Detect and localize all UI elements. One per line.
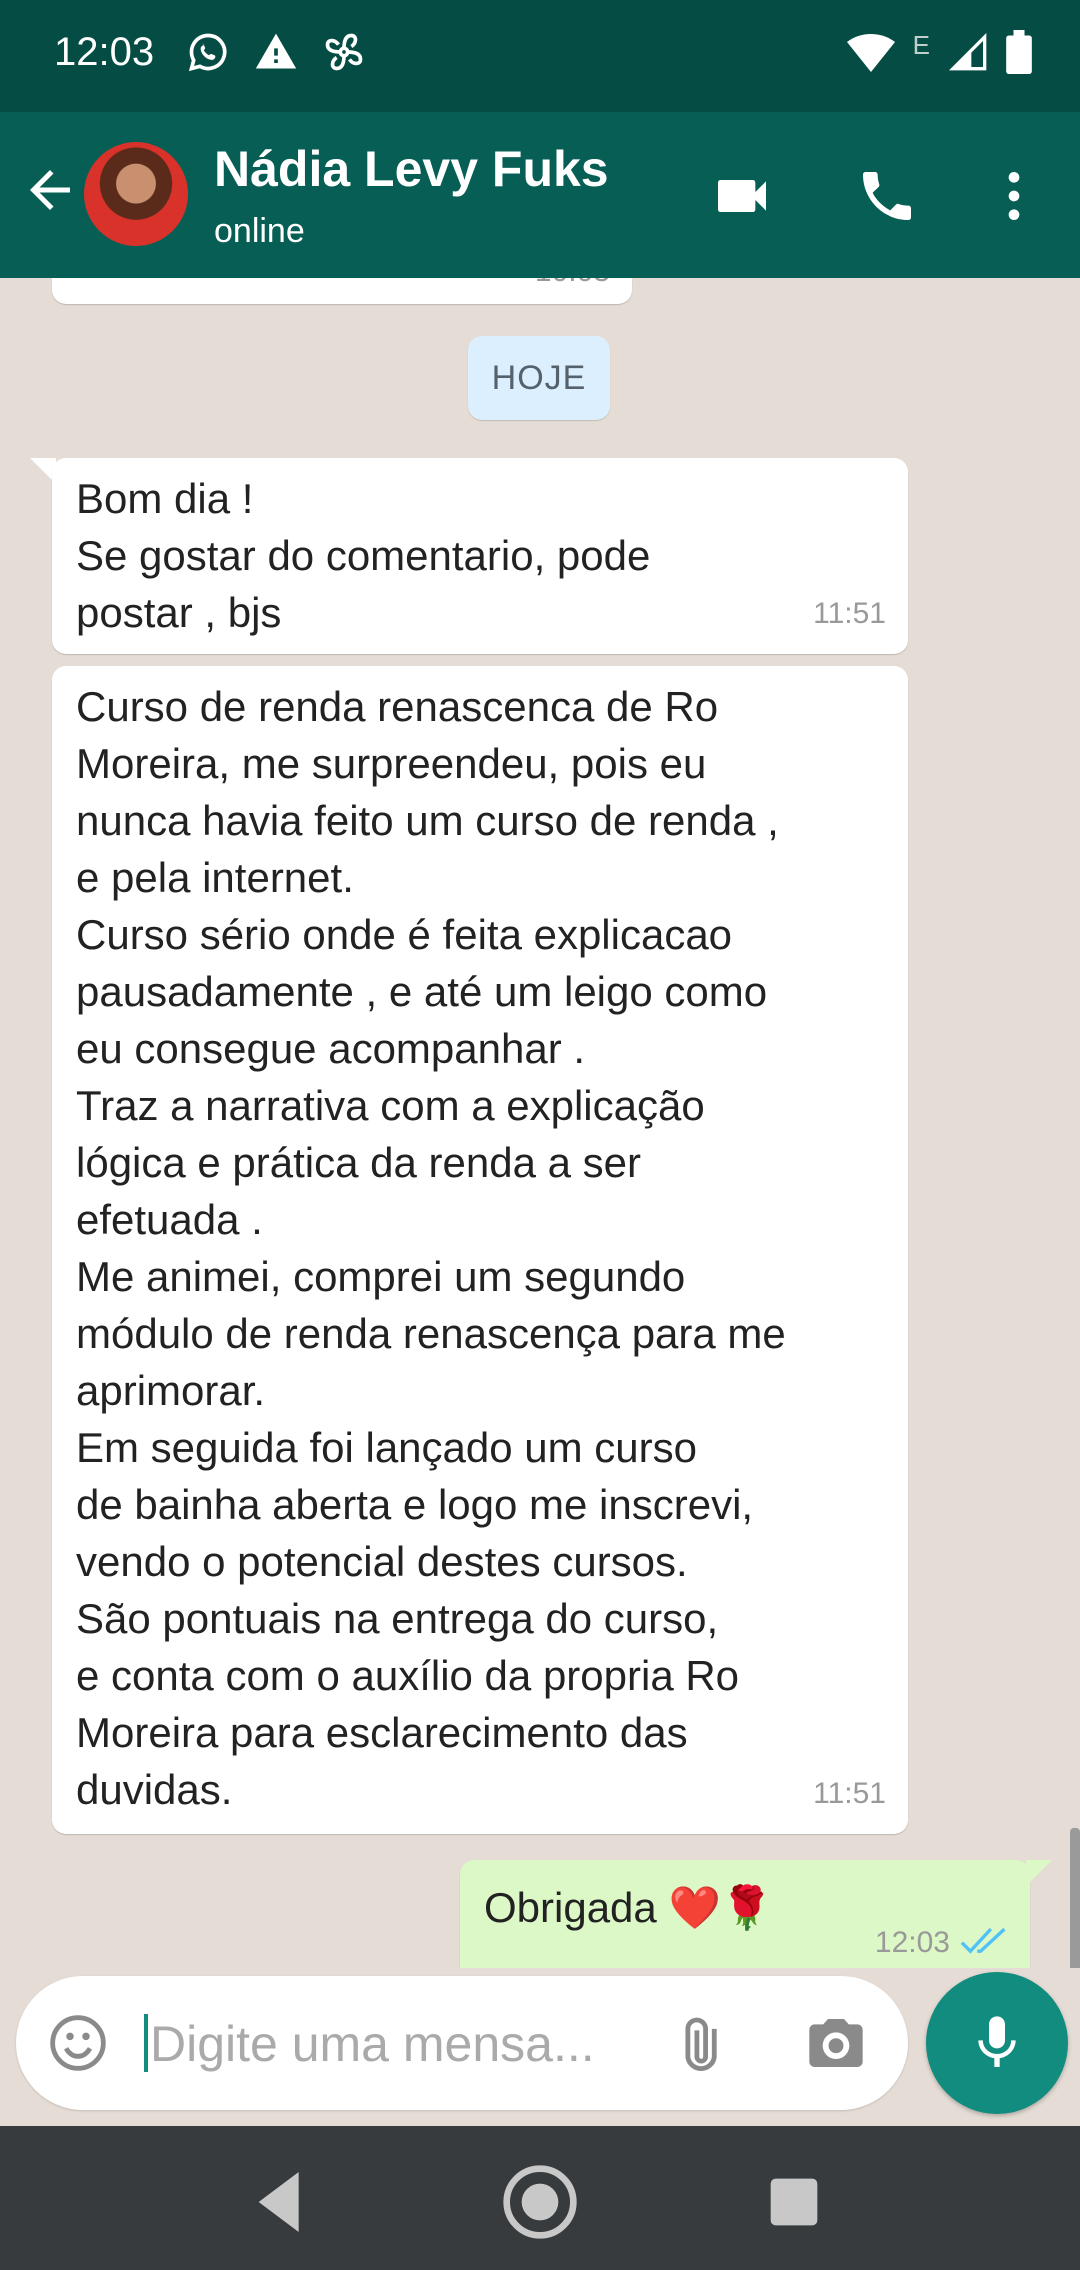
message-time: 10:03 — [535, 278, 610, 300]
network-label: E — [912, 29, 930, 60]
chat-header: Nádia Levy Fuks online — [0, 112, 1080, 278]
video-call-icon[interactable] — [710, 164, 774, 228]
back-arrow-icon[interactable] — [20, 160, 80, 220]
mic-icon — [978, 2016, 1016, 2067]
status-left-icons — [186, 30, 366, 74]
more-vert-icon[interactable] — [982, 164, 1046, 228]
bubble-tail — [1026, 1860, 1052, 1886]
whatsapp-icon — [188, 33, 227, 72]
message-composer[interactable] — [16, 1976, 908, 2110]
emoji-icon[interactable] — [46, 2011, 110, 2075]
nav-recents-icon[interactable] — [754, 2162, 834, 2242]
system-nav-bar — [0, 2126, 1080, 2270]
date-chip: HOJE — [468, 336, 610, 420]
warning-icon — [255, 33, 297, 69]
chat-area[interactable]: 10:03 HOJE Bom dia ! Se gostar do coment… — [0, 278, 1080, 1968]
nav-back-icon[interactable] — [242, 2162, 322, 2242]
scrollbar-thumb[interactable] — [1070, 1828, 1080, 1968]
avatar[interactable] — [84, 142, 188, 246]
message-bubble-incoming[interactable]: Bom dia ! Se gostar do comentario, pode … — [52, 458, 908, 654]
mic-button[interactable] — [926, 1972, 1068, 2114]
signal-icon — [948, 32, 987, 71]
phone-icon[interactable] — [855, 164, 919, 228]
message-text: Curso de renda renascenca de Ro Moreira,… — [76, 683, 786, 1813]
camera-icon[interactable] — [804, 2011, 868, 2075]
read-ticks-icon — [960, 1927, 1006, 1954]
contact-status: online — [214, 212, 305, 250]
message-time: 11:51 — [813, 1777, 886, 1810]
message-bubble-previous[interactable]: 10:03 — [52, 278, 632, 304]
message-text: Obrigada ❤️🌹 — [484, 1884, 774, 1931]
wifi-icon — [846, 34, 895, 72]
attach-icon[interactable] — [670, 2011, 734, 2075]
message-bubble-incoming[interactable]: Curso de renda renascenca de Ro Moreira,… — [52, 666, 908, 1834]
contact-name[interactable]: Nádia Levy Fuks — [214, 140, 609, 198]
message-text: Bom dia ! Se gostar do comentario, pode … — [76, 475, 651, 636]
message-bubble-outgoing[interactable]: Obrigada ❤️🌹 12:03 — [460, 1860, 1030, 1968]
fan-icon — [325, 33, 363, 71]
message-time: 12:03 — [874, 1926, 950, 1959]
message-time: 11:51 — [813, 597, 886, 630]
status-right-icons: E — [846, 29, 1032, 74]
nav-home-icon[interactable] — [500, 2162, 580, 2242]
status-time: 12:03 — [54, 30, 155, 74]
text-cursor — [144, 2014, 148, 2072]
battery-icon — [1006, 30, 1032, 74]
message-input[interactable] — [150, 2004, 660, 2084]
status-bar: 12:03 E — [0, 0, 1080, 112]
